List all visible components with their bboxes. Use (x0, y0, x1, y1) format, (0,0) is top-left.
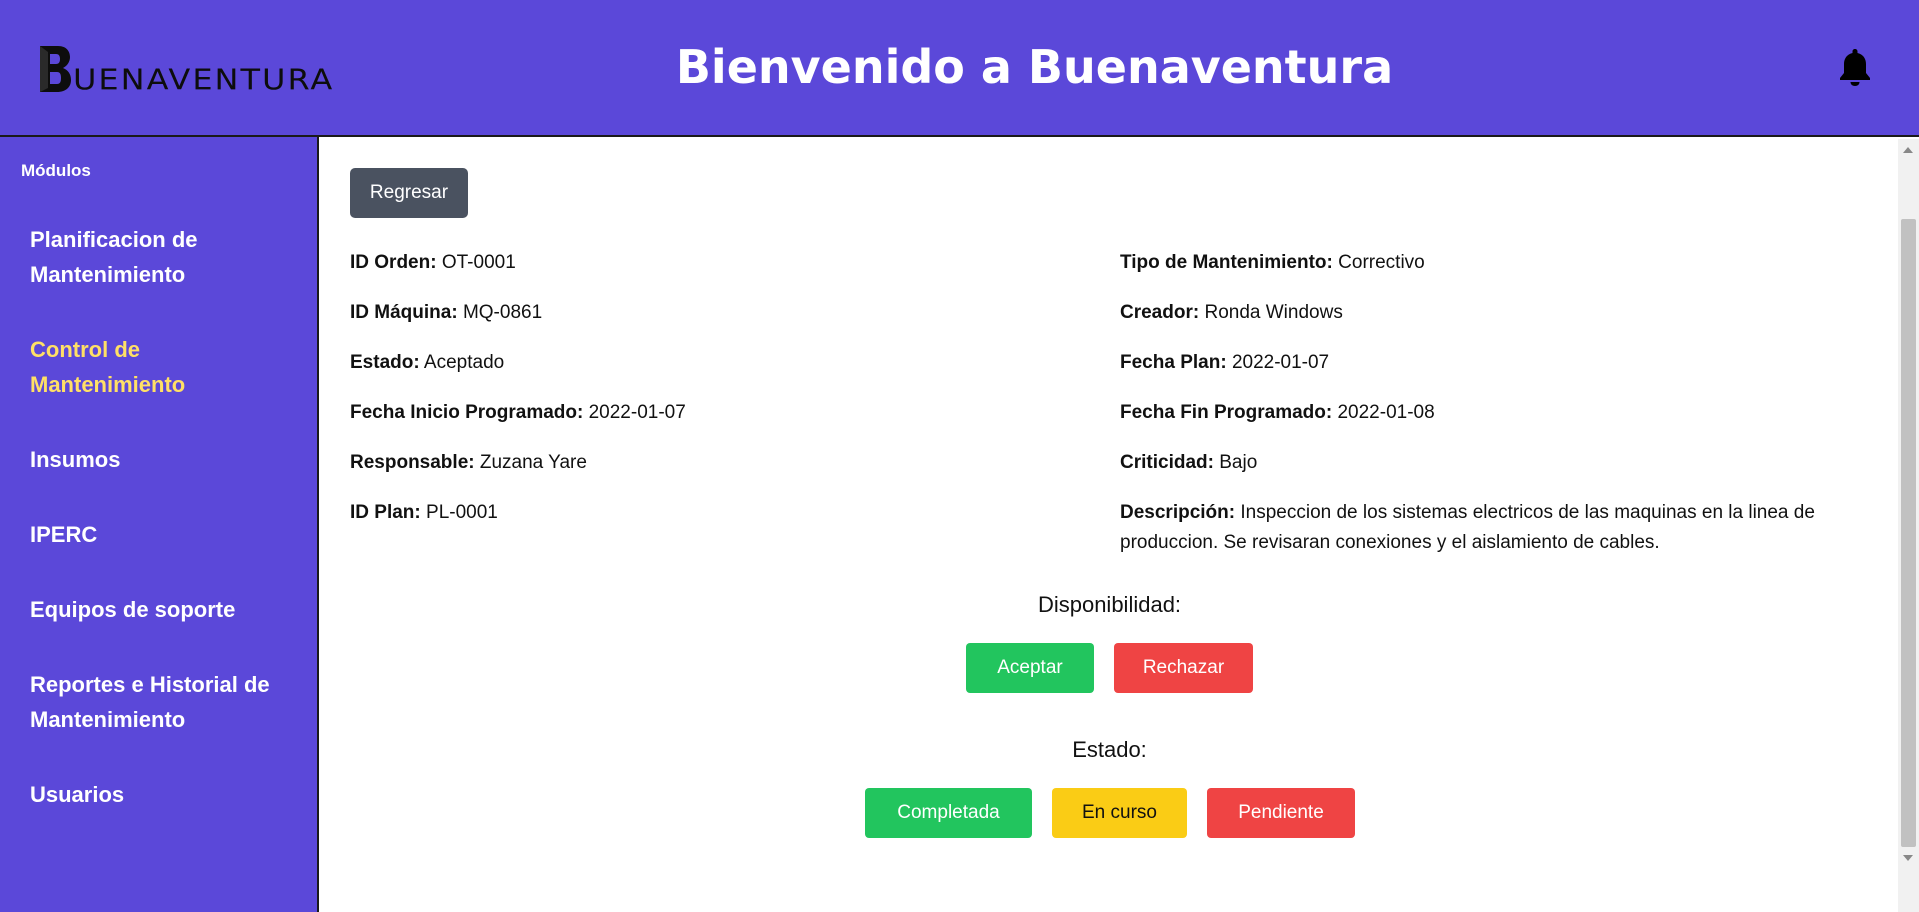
field-id-maquina: ID Máquina: MQ-0861 (350, 298, 1090, 328)
sidebar-item-reportes[interactable]: Reportes e Historial de Mantenimiento (30, 667, 300, 737)
estado-label: Estado: (1072, 737, 1147, 762)
field-tipo-mantenimiento: Tipo de Mantenimiento: Correctivo (1120, 248, 1880, 278)
sidebar-item-planificacion[interactable]: Planificacion de Mantenimiento (30, 222, 300, 292)
field-fecha-plan: Fecha Plan: 2022-01-07 (1120, 348, 1880, 378)
sidebar-item-iperc[interactable]: IPERC (30, 517, 300, 552)
field-value: 2022-01-07 (588, 402, 686, 423)
reject-button[interactable]: Rechazar (1114, 643, 1253, 693)
field-criticidad: Criticidad: Bajo (1120, 448, 1880, 478)
field-value: Bajo (1219, 452, 1258, 473)
accept-button[interactable]: Aceptar (966, 643, 1094, 693)
field-label: Criticidad: (1120, 452, 1214, 473)
field-label: ID Plan: (350, 502, 421, 523)
field-id-plan: ID Plan: PL-0001 (350, 498, 1090, 528)
field-label: Tipo de Mantenimiento: (1120, 252, 1333, 273)
field-creador: Creador: Ronda Windows (1120, 298, 1880, 328)
sidebar-heading: Módulos (21, 161, 91, 180)
scroll-thumb[interactable] (1901, 219, 1916, 847)
bell-icon[interactable] (1838, 48, 1872, 86)
field-label: Creador: (1120, 302, 1200, 323)
in-progress-button[interactable]: En curso (1052, 788, 1187, 838)
field-label: Estado: (350, 352, 420, 373)
field-value: Ronda Windows (1204, 302, 1343, 323)
sidebar-item-usuarios[interactable]: Usuarios (30, 777, 300, 812)
field-label: Descripción: (1120, 502, 1236, 523)
pending-button[interactable]: Pendiente (1207, 788, 1355, 838)
field-label: Fecha Inicio Programado: (350, 402, 584, 423)
field-value: 2022-01-07 (1231, 352, 1330, 373)
completed-button[interactable]: Completada (865, 788, 1032, 838)
field-label: ID Orden: (350, 252, 437, 273)
sidebar: Módulos Planificacion de Mantenimiento C… (0, 137, 319, 912)
sidebar-item-equipos[interactable]: Equipos de soporte (30, 592, 300, 627)
sidebar-item-insumos[interactable]: Insumos (30, 442, 300, 477)
field-value: Aceptado (423, 352, 505, 373)
sidebar-item-control[interactable]: Control de Mantenimiento (30, 332, 300, 402)
field-label: Fecha Fin Programado: (1120, 402, 1333, 423)
field-estado: Estado: Aceptado (350, 348, 1090, 378)
field-id-orden: ID Orden: OT-0001 (350, 248, 1090, 278)
field-value: Zuzana Yare (479, 452, 587, 473)
app-header: UENAVENTURA Bienvenido a Buenaventura (0, 0, 1919, 137)
field-value: Correctivo (1338, 252, 1425, 273)
disponibilidad-label: Disponibilidad: (1037, 592, 1182, 617)
field-descripcion: Descripción: Inspeccion de los sistemas … (1120, 498, 1880, 558)
back-button[interactable]: Regresar (350, 168, 468, 218)
vertical-scrollbar[interactable] (1898, 139, 1919, 912)
scroll-up-arrow-icon[interactable] (1903, 147, 1913, 153)
order-detail-panel: Regresar ID Orden: OT-0001 ID Máquina: M… (321, 139, 1898, 912)
field-label: Responsable: (350, 452, 475, 473)
field-value: PL-0001 (426, 502, 498, 523)
page-title: Bienvenido a Buenaventura (675, 40, 1394, 94)
field-value: OT-0001 (441, 252, 516, 273)
scroll-down-arrow-icon[interactable] (1903, 855, 1913, 861)
field-fecha-fin: Fecha Fin Programado: 2022-01-08 (1120, 398, 1880, 428)
field-fecha-inicio: Fecha Inicio Programado: 2022-01-07 (350, 398, 1090, 428)
field-value: MQ-0861 (462, 302, 543, 323)
field-label: ID Máquina: (350, 302, 458, 323)
field-value: 2022-01-08 (1337, 402, 1435, 423)
field-label: Fecha Plan: (1120, 352, 1227, 373)
field-responsable: Responsable: Zuzana Yare (350, 448, 1090, 478)
